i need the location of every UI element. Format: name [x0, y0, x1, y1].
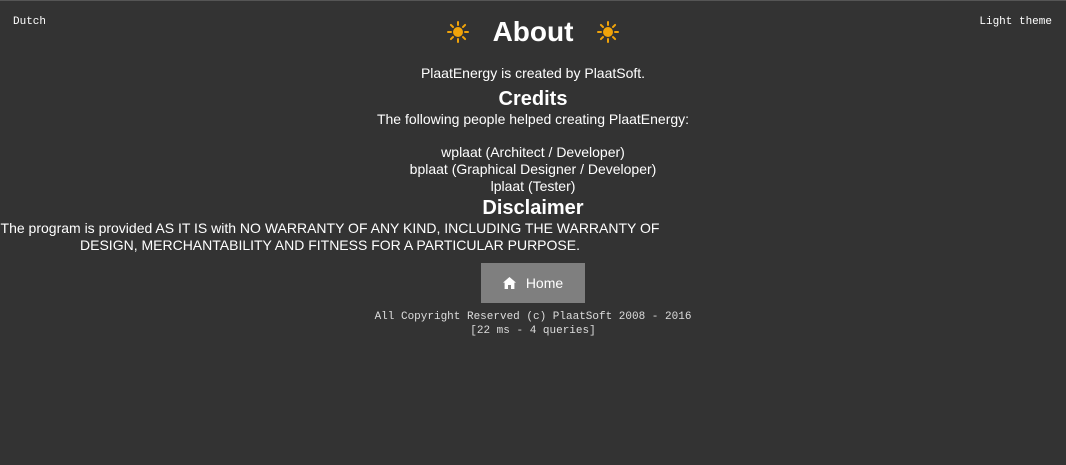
disclaimer-text: The program is provided AS IT IS with NO…	[0, 220, 660, 253]
sun-icon	[446, 21, 469, 43]
list-item: lplaat (Tester)	[490, 178, 576, 194]
footer: All Copyright Reserved (c) PlaatSoft 200…	[0, 310, 1066, 338]
credits-text: The following people helped creating Pla…	[376, 111, 690, 127]
list-item: wplaat (Architect / Developer)	[441, 144, 625, 160]
home-button[interactable]: Home	[481, 263, 585, 303]
home-button-label: Home	[525, 274, 564, 291]
list-item: bplaat (Graphical Designer / Developer)	[409, 161, 657, 177]
title-row: About	[0, 15, 1066, 49]
credits-list: wplaat (Architect / Developer) bplaat (G…	[0, 144, 1066, 195]
about-page: Dutch Light theme About PlaatEnergy is c…	[0, 0, 1066, 465]
copyright-text: All Copyright Reserved (c) PlaatSoft 200…	[374, 311, 692, 323]
sun-icon	[597, 21, 620, 43]
about-content: PlaatEnergy is created by PlaatSoft. Cre…	[0, 65, 1066, 338]
credits-heading: Credits	[498, 88, 568, 110]
home-icon	[502, 277, 516, 289]
page-title: About	[492, 16, 574, 47]
render-stats: [22 ms - 4 queries]	[470, 325, 596, 337]
disclaimer-heading: Disclaimer	[482, 197, 584, 219]
about-intro: PlaatEnergy is created by PlaatSoft.	[420, 65, 646, 81]
